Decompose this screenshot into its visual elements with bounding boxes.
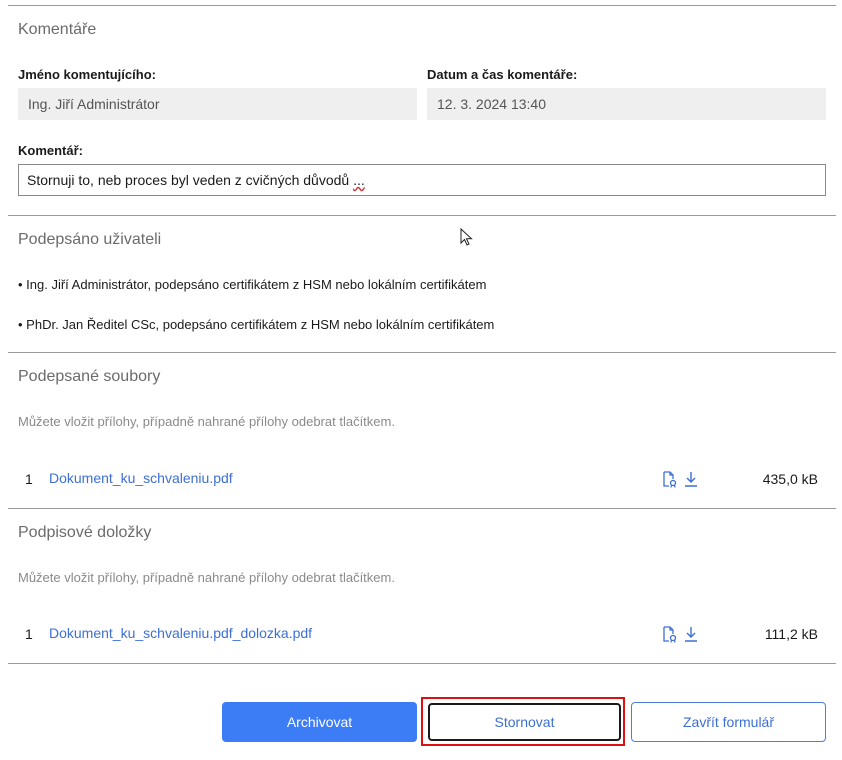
divider-signature-clauses bbox=[8, 508, 836, 509]
signature-clauses-section-title: Podpisové doložky bbox=[18, 524, 152, 541]
close-form-button[interactable]: Zavřít formulář bbox=[631, 702, 826, 742]
file-row: 1 Dokument_ku_schvaleniu.pdf 435,0 kB bbox=[8, 468, 836, 492]
divider-buttons bbox=[8, 663, 836, 664]
divider-top bbox=[8, 5, 836, 6]
comments-section-title: Komentáře bbox=[18, 21, 97, 38]
signed-files-section-title: Podepsané soubory bbox=[18, 368, 161, 385]
signed-by-item: • Ing. Jiří Administrátor, podepsáno cer… bbox=[18, 277, 487, 292]
download-icon[interactable] bbox=[682, 470, 700, 488]
file-number: 1 bbox=[25, 471, 33, 487]
datetime-label: Datum a čas komentáře: bbox=[427, 67, 578, 82]
signed-by-item: • PhDr. Jan Ředitel CSc, podepsáno certi… bbox=[18, 317, 495, 332]
mouse-cursor-icon bbox=[460, 228, 473, 246]
cancel-button[interactable]: Stornovat bbox=[428, 703, 621, 741]
spellcheck-marker: ... bbox=[353, 172, 365, 188]
comment-input-text: Stornuji to, neb proces byl veden z cvič… bbox=[27, 172, 350, 188]
file-link[interactable]: Dokument_ku_schvaleniu.pdf bbox=[49, 470, 233, 486]
file-size: 435,0 kB bbox=[762, 471, 818, 487]
signed-files-hint: Můžete vložit přílohy, případně nahrané … bbox=[18, 414, 395, 429]
comment-input[interactable]: Stornuji to, neb proces byl veden z cvič… bbox=[18, 164, 826, 196]
file-signature-icon[interactable] bbox=[660, 470, 678, 488]
signature-clauses-hint: Můžete vložit přílohy, případně nahrané … bbox=[18, 570, 395, 585]
datetime-field: 12. 3. 2024 13:40 bbox=[427, 88, 826, 120]
download-icon[interactable] bbox=[682, 625, 700, 643]
file-signature-icon[interactable] bbox=[660, 625, 678, 643]
archive-button[interactable]: Archivovat bbox=[222, 702, 417, 742]
signed-by-section-title: Podepsáno uživateli bbox=[18, 231, 162, 248]
file-number: 1 bbox=[25, 626, 33, 642]
file-size: 111,2 kB bbox=[764, 626, 818, 642]
file-row: 1 Dokument_ku_schvaleniu.pdf_dolozka.pdf… bbox=[8, 623, 836, 647]
file-link[interactable]: Dokument_ku_schvaleniu.pdf_dolozka.pdf bbox=[49, 625, 312, 641]
comment-label: Komentář: bbox=[18, 143, 84, 158]
divider-signed-by bbox=[8, 215, 836, 216]
divider-signed-files bbox=[8, 352, 836, 353]
commenter-field: Ing. Jiří Administrátor bbox=[18, 88, 417, 120]
commenter-label: Jméno komentujícího: bbox=[18, 67, 156, 82]
